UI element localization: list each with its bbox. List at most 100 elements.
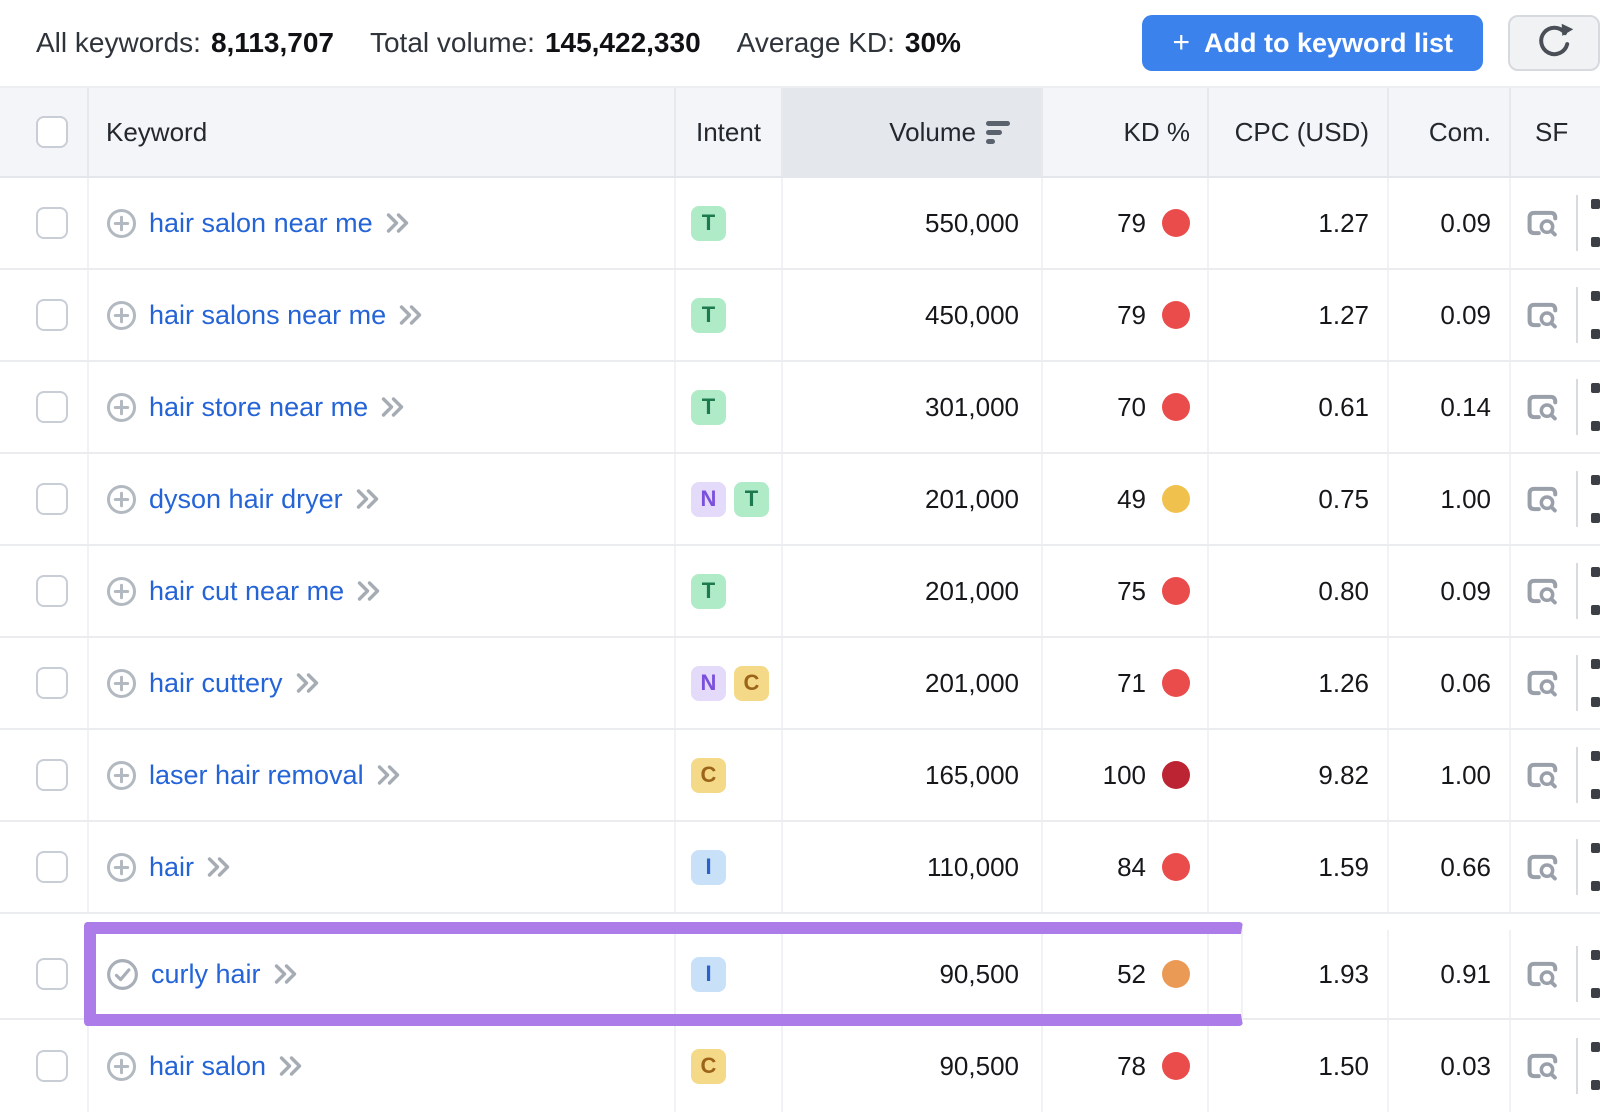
column-header-kd[interactable]: KD %: [1043, 88, 1209, 176]
cpc-cell: 0.75: [1209, 454, 1389, 544]
add-keyword-plus-icon[interactable]: [106, 852, 137, 883]
add-keyword-plus-icon[interactable]: [106, 668, 137, 699]
refresh-icon: [1532, 21, 1576, 65]
row-checkbox[interactable]: [36, 958, 68, 990]
add-keyword-plus-icon[interactable]: [106, 576, 137, 607]
add-to-keyword-list-button[interactable]: + Add to keyword list: [1142, 15, 1483, 71]
com-cell: 0.03: [1389, 1020, 1511, 1112]
kd-dot: [1162, 577, 1190, 605]
row-checkbox[interactable]: [36, 1050, 68, 1082]
kd-value: 100: [1103, 760, 1146, 791]
select-all-checkbox[interactable]: [36, 116, 68, 148]
volume-value: 201,000: [925, 668, 1019, 699]
row-checkbox[interactable]: [36, 391, 68, 423]
serp-features-icon[interactable]: [1525, 207, 1558, 239]
serp-features-icon[interactable]: [1525, 299, 1558, 331]
add-keyword-plus-icon[interactable]: [106, 392, 137, 423]
column-header-cpc[interactable]: CPC (USD): [1209, 88, 1389, 176]
intent-badge-T: T: [691, 206, 726, 241]
keyword-link[interactable]: hair salon: [149, 1051, 266, 1082]
volume-cell: 165,000: [783, 730, 1043, 820]
expand-chevrons-icon[interactable]: [206, 855, 231, 879]
expand-chevrons-icon[interactable]: [278, 1054, 303, 1078]
expand-chevrons-icon[interactable]: [376, 763, 401, 787]
keyword-magic-tool-screen: All keywords: 8,113,707 Total volume: 14…: [0, 0, 1600, 1112]
keyword-link[interactable]: hair cuttery: [149, 668, 283, 699]
intent-cell: I: [676, 822, 783, 912]
kd-dot: [1162, 960, 1190, 988]
expand-chevrons-icon[interactable]: [273, 962, 298, 986]
expand-chevrons-icon[interactable]: [398, 303, 423, 327]
row-checkbox[interactable]: [36, 667, 68, 699]
sf-cell: [1511, 930, 1600, 1018]
cell-divider: [1576, 563, 1578, 619]
expand-chevrons-icon[interactable]: [355, 487, 380, 511]
com-value: 0.09: [1440, 208, 1491, 239]
serp-features-icon[interactable]: [1525, 667, 1558, 699]
clipped-next-column: [1591, 950, 1600, 998]
expand-chevrons-icon[interactable]: [356, 579, 381, 603]
cell-divider: [1576, 839, 1578, 895]
keyword-added-check-icon[interactable]: [106, 958, 139, 991]
row-checkbox[interactable]: [36, 759, 68, 791]
keyword-link[interactable]: laser hair removal: [149, 760, 364, 791]
summary-bar: All keywords: 8,113,707 Total volume: 14…: [0, 0, 1600, 88]
serp-features-icon[interactable]: [1525, 759, 1558, 791]
keyword-link[interactable]: hair: [149, 852, 194, 883]
keyword-cell: hair salon: [89, 1020, 676, 1112]
keyword-cell: hair store near me: [89, 362, 676, 452]
serp-features-icon[interactable]: [1525, 483, 1558, 515]
kd-cell: 49: [1043, 454, 1209, 544]
row-checkbox[interactable]: [36, 299, 68, 331]
serp-features-icon[interactable]: [1525, 851, 1558, 883]
row-checkbox[interactable]: [36, 851, 68, 883]
serp-features-icon[interactable]: [1525, 1050, 1558, 1082]
intent-badges: I: [676, 850, 726, 885]
kd-value: 49: [1117, 484, 1146, 515]
table-row: laser hair removal C 165,000 100 9.82: [0, 730, 1600, 822]
intent-badges: T: [676, 390, 726, 425]
column-header-com[interactable]: Com.: [1389, 88, 1511, 176]
kd-dot: [1162, 209, 1190, 237]
intent-cell: NT: [676, 454, 783, 544]
row-checkbox[interactable]: [36, 575, 68, 607]
add-keyword-plus-icon[interactable]: [106, 208, 137, 239]
expand-chevrons-icon[interactable]: [295, 671, 320, 695]
stat-value: 8,113,707: [211, 27, 334, 59]
intent-cell: C: [676, 730, 783, 820]
add-keyword-plus-icon[interactable]: [106, 1051, 137, 1082]
serp-features-icon[interactable]: [1525, 575, 1558, 607]
serp-features-icon[interactable]: [1525, 958, 1558, 990]
keyword-link[interactable]: curly hair: [151, 959, 261, 990]
com-value: 0.09: [1440, 576, 1491, 607]
add-keyword-plus-icon[interactable]: [106, 760, 137, 791]
row-checkbox[interactable]: [36, 483, 68, 515]
com-value: 0.66: [1440, 852, 1491, 883]
keyword-cell: curly hair: [89, 930, 676, 1018]
column-header-volume-sorted[interactable]: Volume: [783, 88, 1043, 176]
row-checkbox[interactable]: [36, 207, 68, 239]
row-checkbox-cell: [0, 822, 89, 912]
add-keyword-plus-icon[interactable]: [106, 300, 137, 331]
column-header-intent[interactable]: Intent: [676, 88, 783, 176]
expand-chevrons-icon[interactable]: [385, 211, 410, 235]
serp-features-icon[interactable]: [1525, 391, 1558, 423]
refresh-button[interactable]: [1508, 15, 1600, 71]
sf-cell: [1511, 822, 1600, 912]
intent-cell: NC: [676, 638, 783, 728]
kd-value: 52: [1117, 959, 1146, 990]
expand-chevrons-icon[interactable]: [380, 395, 405, 419]
keyword-link[interactable]: hair salons near me: [149, 300, 386, 331]
column-header-sf[interactable]: SF: [1511, 88, 1600, 176]
column-header-keyword[interactable]: Keyword: [89, 88, 676, 176]
keyword-link[interactable]: hair salon near me: [149, 208, 373, 239]
add-keyword-plus-icon[interactable]: [106, 484, 137, 515]
stat-label: Average KD:: [737, 27, 895, 59]
keyword-link[interactable]: hair cut near me: [149, 576, 344, 607]
keyword-link[interactable]: hair store near me: [149, 392, 368, 423]
keyword-link[interactable]: dyson hair dryer: [149, 484, 343, 515]
com-value: 1.00: [1440, 484, 1491, 515]
cpc-value: 0.75: [1318, 484, 1369, 515]
cpc-value: 0.80: [1318, 576, 1369, 607]
keyword-cell: hair cuttery: [89, 638, 676, 728]
